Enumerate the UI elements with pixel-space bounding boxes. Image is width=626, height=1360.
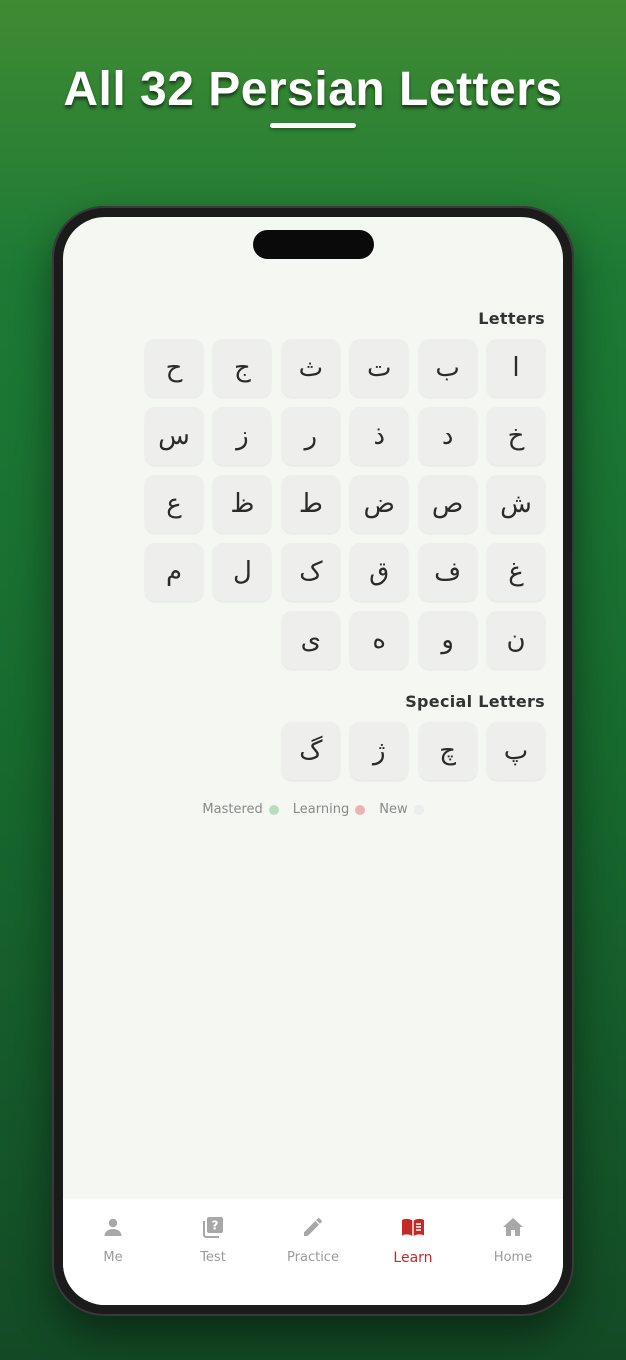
learning-dot	[355, 804, 366, 815]
letter-tile[interactable]: ث	[281, 339, 340, 397]
legend-learning-label: Learning	[292, 802, 350, 817]
book-icon	[401, 1215, 425, 1244]
letter-tile[interactable]: د	[418, 407, 477, 465]
tab-label: Learn	[393, 1250, 433, 1266]
letter-tile[interactable]: ه	[350, 611, 409, 669]
page-headline: All 32 Persian Letters	[63, 63, 563, 116]
special-letters-section-title: Special Letters	[405, 692, 545, 711]
legend-new: New	[379, 802, 424, 817]
letter-tile[interactable]: چ	[418, 722, 477, 780]
new-dot	[413, 804, 424, 815]
legend-new-label: New	[379, 802, 408, 817]
letter-tile[interactable]: غ	[487, 543, 545, 601]
tab-label: Home	[493, 1250, 533, 1265]
tab-label: Test	[200, 1250, 226, 1265]
letter-tile[interactable]: گ	[281, 722, 340, 780]
letter-tile[interactable]: ا	[487, 339, 545, 397]
home-icon	[501, 1215, 525, 1244]
legend-mastered-label: Mastered	[202, 802, 263, 817]
app-screen: Letters ابتثجح خدذرزس شصضطظع غفقکلم نوهی Spe…	[63, 217, 563, 1305]
mastered-dot	[268, 804, 279, 815]
letter-tile[interactable]: ط	[281, 475, 340, 533]
phone-frame: Letters ابتثجح خدذرزس شصضطظع غفقکلم نوهی Spe…	[52, 206, 574, 1316]
pencil-icon	[301, 1215, 325, 1244]
letter-tile[interactable]: ذ	[350, 407, 409, 465]
dynamic-island	[253, 230, 374, 259]
letter-tile[interactable]: ی	[281, 611, 340, 669]
letter-tile[interactable]: س	[145, 407, 204, 465]
letters-grid: ابتثجح خدذرزس شصضطظع غفقکلم نوهی	[145, 339, 545, 669]
progress-legend: Mastered Learning New	[63, 802, 563, 817]
special-letters-grid: پچژگ	[145, 722, 545, 780]
letter-tile[interactable]: ز	[213, 407, 272, 465]
svg-text:?: ?	[212, 1219, 219, 1233]
headline-underline	[270, 123, 356, 128]
letter-tile[interactable]: پ	[487, 722, 545, 780]
person-icon	[101, 1215, 125, 1244]
letter-tile[interactable]: ظ	[213, 475, 272, 533]
letter-tile[interactable]: ر	[281, 407, 340, 465]
letter-tile[interactable]: ب	[418, 339, 477, 397]
letter-tile[interactable]: ت	[350, 339, 409, 397]
legend-mastered: Mastered	[202, 802, 279, 817]
tab-home[interactable]: Home	[468, 1215, 558, 1305]
letter-tile[interactable]: ح	[145, 339, 204, 397]
tab-learn[interactable]: Learn	[368, 1215, 458, 1305]
bottom-tab-bar: Me? Test Practice Learn Home	[63, 1199, 563, 1305]
letter-tile[interactable]: ک	[281, 543, 340, 601]
letter-tile[interactable]: م	[145, 543, 204, 601]
quiz-icon: ?	[201, 1215, 225, 1244]
letter-tile[interactable]: ن	[487, 611, 545, 669]
legend-learning: Learning	[292, 802, 366, 817]
letter-tile[interactable]: ض	[350, 475, 409, 533]
tab-label: Practice	[287, 1250, 339, 1265]
tab-test[interactable]: ? Test	[168, 1215, 258, 1305]
letter-tile[interactable]: ژ	[350, 722, 409, 780]
letter-tile[interactable]: ش	[487, 475, 545, 533]
tab-practice[interactable]: Practice	[268, 1215, 358, 1305]
letter-tile[interactable]: ق	[350, 543, 409, 601]
letter-tile[interactable]: ل	[213, 543, 272, 601]
letters-section-title: Letters	[478, 309, 545, 328]
tab-me[interactable]: Me	[68, 1215, 158, 1305]
letter-tile[interactable]: و	[418, 611, 477, 669]
tab-label: Me	[103, 1250, 123, 1265]
letter-tile[interactable]: خ	[487, 407, 545, 465]
letter-tile[interactable]: ف	[418, 543, 477, 601]
letter-tile[interactable]: ج	[213, 339, 272, 397]
letter-tile[interactable]: ص	[418, 475, 477, 533]
letter-tile[interactable]: ع	[145, 475, 204, 533]
